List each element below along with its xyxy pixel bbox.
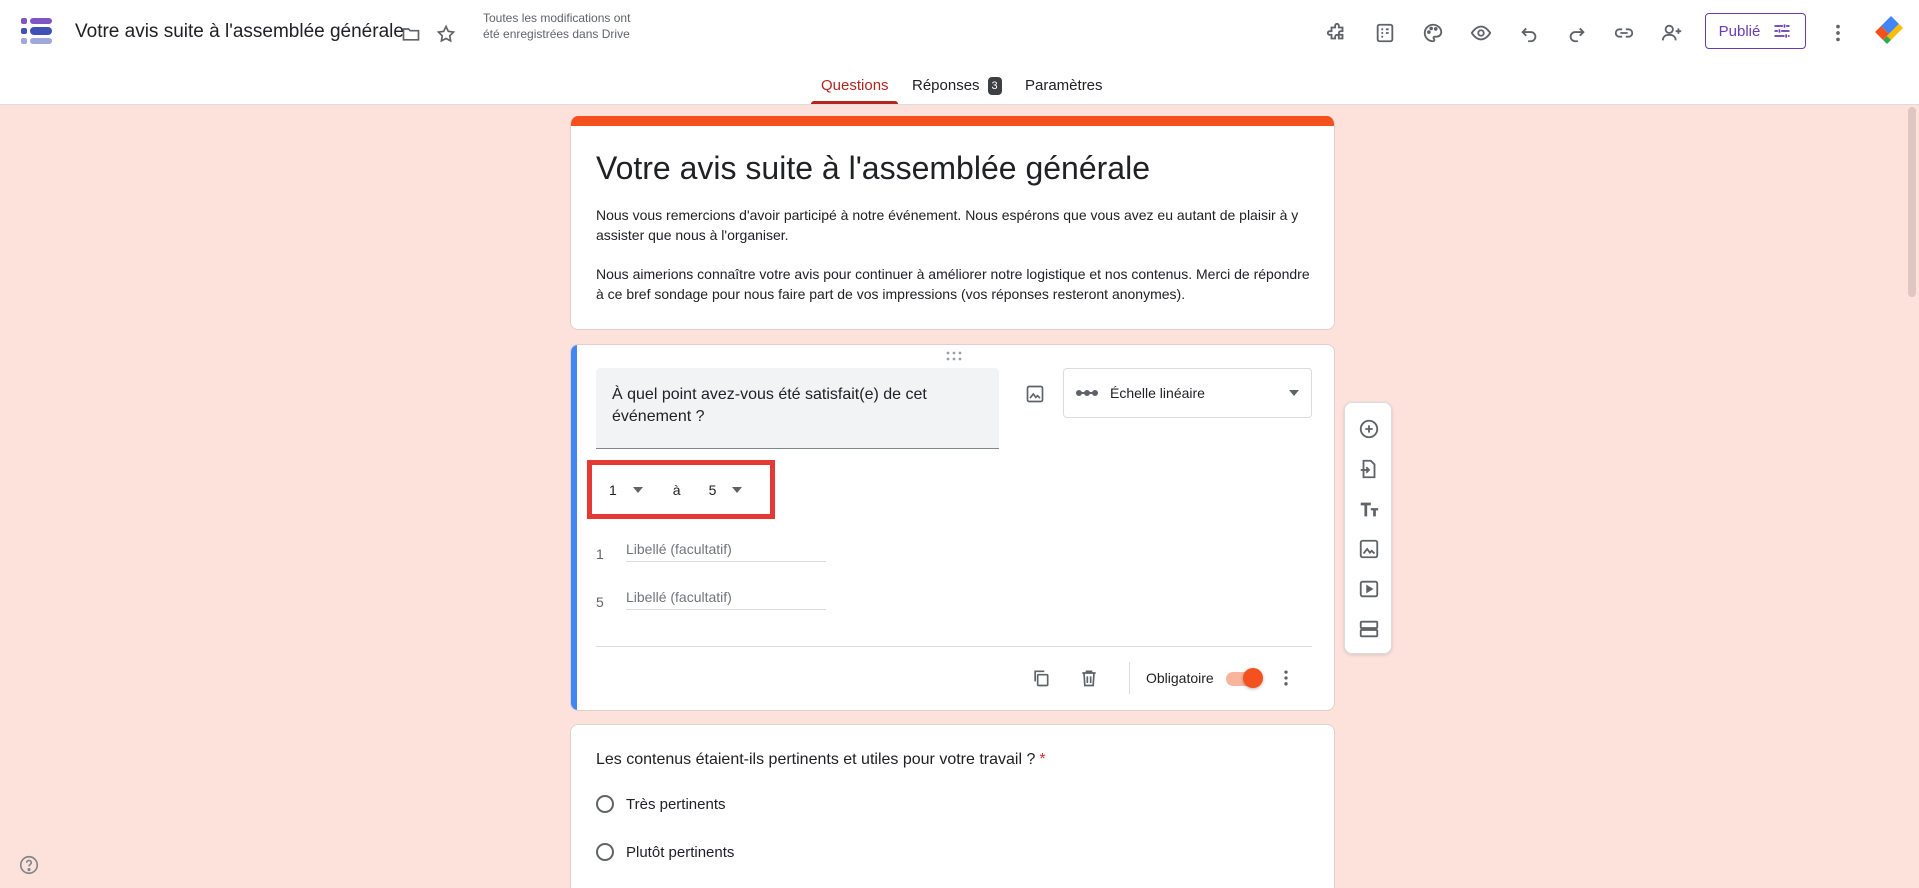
radio-option[interactable]: Très pertinents <box>596 795 726 813</box>
add-image-icon[interactable] <box>1020 379 1050 409</box>
add-section-icon[interactable] <box>1354 614 1384 644</box>
add-video-icon[interactable] <box>1354 574 1384 604</box>
required-toggle[interactable] <box>1226 668 1263 688</box>
form-description[interactable]: Nous vous remercions d'avoir participé à… <box>596 205 1316 304</box>
radio-circle <box>596 843 614 861</box>
question-title-text: Les contenus étaient-ils pertinents et u… <box>596 751 1036 768</box>
more-vert-icon[interactable] <box>1821 16 1855 50</box>
required-label: Obligatoire <box>1146 670 1214 686</box>
dropdown-arrow-icon <box>1289 390 1299 396</box>
scale-min-label-row: 1 Libellé (facultatif) <box>596 541 826 562</box>
link-icon[interactable] <box>1607 16 1641 50</box>
tab-active-indicator <box>811 101 898 104</box>
question-type-select[interactable]: Échelle linéaire <box>1063 368 1312 418</box>
scale-max-select[interactable]: 5 <box>709 482 743 498</box>
delete-icon[interactable] <box>1074 663 1104 693</box>
form-header-card[interactable]: Votre avis suite à l'assemblée générale … <box>570 116 1335 330</box>
footer-separator <box>1129 662 1130 694</box>
scale-range-selector: 1 à 5 <box>587 460 775 519</box>
preview-eye-icon[interactable] <box>1464 16 1498 50</box>
question-title-input[interactable]: À quel point avez-vous été satisfait(e) … <box>596 368 999 449</box>
scale-min-label-input[interactable]: Libellé (facultatif) <box>626 541 826 562</box>
radio-option-label: Plutôt pertinents <box>626 843 735 861</box>
toggle-thumb <box>1243 668 1263 688</box>
duplicate-icon[interactable] <box>1026 663 1056 693</box>
add-question-icon[interactable] <box>1354 414 1384 444</box>
responses-count-badge: 3 <box>987 77 1002 95</box>
required-star: * <box>1039 751 1046 768</box>
document-title[interactable]: Votre avis suite à l'assemblée générale <box>75 21 404 43</box>
tab-responses[interactable]: Réponses 3 <box>912 77 1002 105</box>
scale-max-label-input[interactable]: Libellé (facultatif) <box>626 589 826 610</box>
publish-button[interactable]: Publié <box>1705 13 1806 49</box>
scale-min-select[interactable]: 1 <box>609 482 643 498</box>
theme-color-bar <box>571 116 1334 126</box>
dropdown-arrow-icon <box>732 486 743 493</box>
floating-toolbar <box>1344 402 1392 654</box>
folder-icon[interactable] <box>397 20 425 48</box>
tune-icon <box>1774 24 1790 38</box>
question-card-active[interactable]: À quel point avez-vous été satisfait(e) … <box>570 344 1335 711</box>
question-more-options-icon[interactable] <box>1271 663 1301 693</box>
add-title-description-icon[interactable] <box>1354 494 1384 524</box>
linear-scale-icon <box>1076 390 1098 396</box>
help-icon[interactable] <box>17 853 41 877</box>
radio-option[interactable]: Plutôt pertinents <box>596 843 734 861</box>
star-icon[interactable] <box>432 20 460 48</box>
scale-max-label-row: 5 Libellé (facultatif) <box>596 589 826 610</box>
form-description-p2: Nous aimerions connaître votre avis pour… <box>596 266 1310 302</box>
radio-option-label: Très pertinents <box>626 795 726 813</box>
addons-puzzle-icon[interactable] <box>1320 16 1354 50</box>
tab-responses-label: Réponses <box>912 77 980 94</box>
add-image-icon[interactable] <box>1354 534 1384 564</box>
scale-min-value: 1 <box>609 481 617 498</box>
dropdown-arrow-icon <box>632 486 643 493</box>
question-title: Les contenus étaient-ils pertinents et u… <box>596 751 1046 769</box>
scale-max-label-number: 5 <box>596 594 604 610</box>
form-description-p1: Nous vous remercions d'avoir participé à… <box>596 207 1299 243</box>
question-type-label: Échelle linéaire <box>1110 385 1205 401</box>
active-question-bar <box>571 345 577 710</box>
app-header: Votre avis suite à l'assemblée générale … <box>0 0 1919 105</box>
drag-handle-icon[interactable] <box>944 351 964 361</box>
import-questions-icon[interactable] <box>1354 454 1384 484</box>
radio-circle <box>596 795 614 813</box>
forms-logo-icon[interactable] <box>19 14 55 50</box>
redo-icon[interactable] <box>1560 16 1594 50</box>
publish-label: Publié <box>1718 22 1761 40</box>
quiz-icon[interactable] <box>1368 16 1402 50</box>
add-collaborator-icon[interactable] <box>1655 16 1689 50</box>
scale-max-value: 5 <box>708 481 717 498</box>
question-footer-divider <box>596 646 1312 647</box>
page-scrollbar[interactable] <box>1908 107 1916 297</box>
palette-icon[interactable] <box>1416 16 1450 50</box>
undo-icon[interactable] <box>1512 16 1546 50</box>
tab-settings[interactable]: Paramètres <box>1025 77 1103 105</box>
scale-separator: à <box>672 481 681 498</box>
app-launcher-logo-icon[interactable] <box>1873 14 1905 46</box>
question-card[interactable]: Les contenus étaient-ils pertinents et u… <box>570 724 1335 888</box>
tab-bar: Questions Réponses 3 Paramètres <box>0 70 1919 105</box>
scale-min-label-number: 1 <box>596 546 604 562</box>
save-status: Toutes les modifications ont été enregis… <box>483 11 631 41</box>
form-title[interactable]: Votre avis suite à l'assemblée générale <box>596 150 1150 187</box>
